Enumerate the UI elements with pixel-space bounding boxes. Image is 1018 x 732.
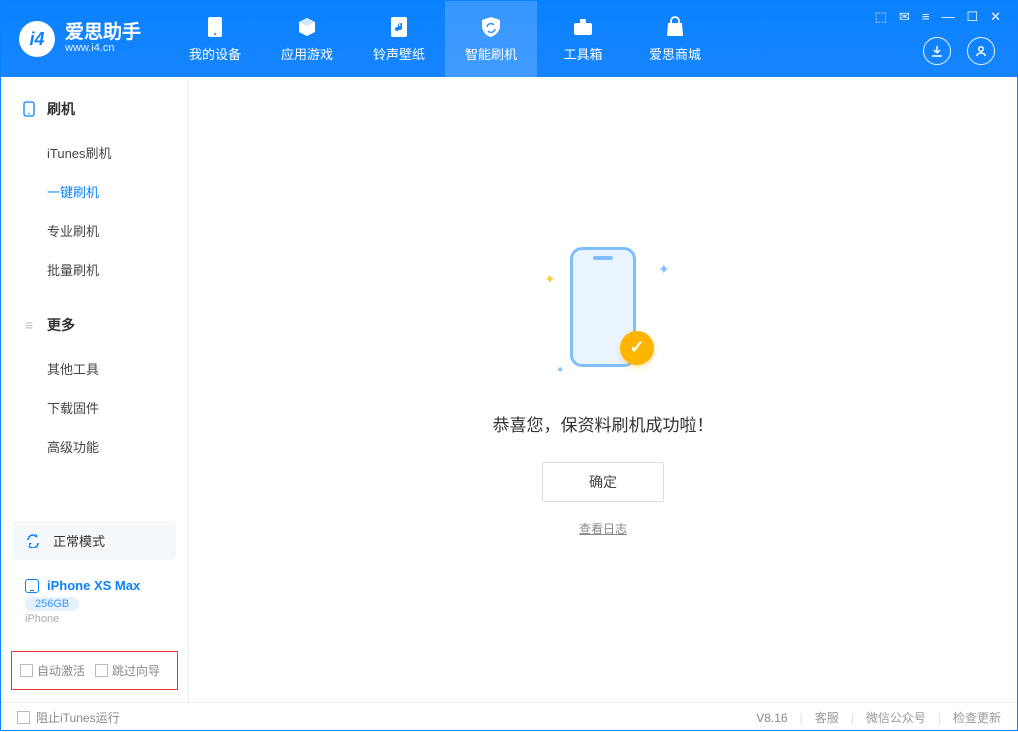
checkbox-icon[interactable]: [17, 711, 30, 724]
checkbox-icon[interactable]: [20, 664, 33, 677]
maximize-button[interactable]: ☐: [966, 9, 978, 25]
highlighted-options-box: 自动激活 跳过向导: [11, 651, 178, 690]
nav-ringtones-wallpapers[interactable]: 铃声壁纸: [353, 1, 445, 77]
window-controls: ⬚ ✉ ≡ — ☐ ✕: [875, 9, 1001, 25]
device-name-row: iPhone XS Max: [25, 578, 164, 593]
success-message: 恭喜您，保资料刷机成功啦！: [493, 411, 714, 436]
toolbox-icon: [572, 16, 594, 38]
device-name: iPhone XS Max: [47, 578, 140, 593]
sidebar-section-more: ≡ 更多 其他工具 下载固件 高级功能: [1, 293, 188, 470]
phone-icon: [21, 101, 37, 117]
auto-activate-option[interactable]: 自动激活: [20, 662, 85, 679]
version-label: V8.16: [756, 711, 787, 725]
device-type: iPhone: [25, 613, 164, 625]
block-itunes-option[interactable]: 阻止iTunes运行: [17, 709, 120, 726]
sidebar-item-oneclick-flash[interactable]: 一键刷机: [1, 172, 188, 211]
footer-right: V8.16 | 客服 | 微信公众号 | 检查更新: [756, 709, 1001, 726]
nav-label: 智能刷机: [465, 44, 517, 63]
logo-text: 爱思助手 www.i4.cn: [65, 23, 141, 55]
check-badge-icon: ✓: [620, 331, 654, 365]
footer-bar: 阻止iTunes运行 V8.16 | 客服 | 微信公众号 | 检查更新: [1, 702, 1017, 732]
sparkle-icon: ✦: [544, 271, 552, 279]
view-log-link[interactable]: 查看日志: [579, 520, 627, 537]
separator: |: [851, 711, 854, 725]
app-name: 爱思助手: [65, 23, 141, 42]
device-info-box[interactable]: iPhone XS Max 256GB iPhone: [13, 570, 176, 635]
support-link[interactable]: 客服: [815, 709, 839, 726]
sidebar-item-advanced[interactable]: 高级功能: [1, 427, 188, 466]
music-file-icon: [388, 16, 410, 38]
mode-status-box[interactable]: 正常模式: [13, 521, 176, 560]
header-right-icons: [923, 37, 995, 65]
list-icon: ≡: [21, 317, 37, 333]
sidebar: 刷机 iTunes刷机 一键刷机 专业刷机 批量刷机 ≡ 更多 其他工具 下载固…: [1, 77, 189, 702]
shirt-icon[interactable]: ⬚: [875, 9, 887, 25]
cube-icon: [296, 16, 318, 38]
sidebar-item-batch-flash[interactable]: 批量刷机: [1, 250, 188, 289]
sidebar-item-download-firmware[interactable]: 下载固件: [1, 388, 188, 427]
separator: |: [800, 711, 803, 725]
storage-badge: 256GB: [25, 597, 79, 611]
download-icon[interactable]: [923, 37, 951, 65]
nav-my-device[interactable]: 我的设备: [169, 1, 261, 77]
success-illustration: ✦ ✦ ✦ ✓: [538, 243, 668, 383]
body: 刷机 iTunes刷机 一键刷机 专业刷机 批量刷机 ≡ 更多 其他工具 下载固…: [1, 77, 1017, 702]
feedback-icon[interactable]: ✉: [899, 9, 910, 25]
refresh-shield-icon: [480, 16, 502, 38]
sidebar-header-more: ≡ 更多: [1, 309, 188, 349]
user-icon[interactable]: [967, 37, 995, 65]
app-url: www.i4.cn: [65, 42, 141, 55]
sidebar-section-title: 刷机: [47, 99, 75, 119]
device-icon: [204, 16, 226, 38]
check-update-link[interactable]: 检查更新: [953, 709, 1001, 726]
phone-outline-icon: [25, 579, 39, 593]
main-panel: ✦ ✦ ✦ ✓ 恭喜您，保资料刷机成功啦！ 确定 查看日志: [189, 77, 1017, 702]
separator: |: [938, 711, 941, 725]
bag-icon: [664, 16, 686, 38]
checkbox-icon[interactable]: [95, 664, 108, 677]
sparkle-icon: ✦: [658, 261, 666, 269]
nav-apps-games[interactable]: 应用游戏: [261, 1, 353, 77]
sidebar-header-flash: 刷机: [1, 93, 188, 133]
close-button[interactable]: ✕: [990, 9, 1001, 25]
nav-toolbox[interactable]: 工具箱: [537, 1, 629, 77]
sidebar-item-itunes-flash[interactable]: iTunes刷机: [1, 133, 188, 172]
auto-activate-label: 自动激活: [37, 664, 85, 678]
wechat-link[interactable]: 微信公众号: [866, 709, 926, 726]
menu-icon[interactable]: ≡: [922, 9, 930, 25]
sidebar-section-title: 更多: [47, 315, 75, 335]
nav-smart-flash[interactable]: 智能刷机: [445, 1, 537, 77]
top-nav: 我的设备 应用游戏 铃声壁纸 智能刷机 工具箱 爱思商城: [169, 1, 721, 77]
nav-label: 我的设备: [189, 44, 241, 63]
nav-label: 爱思商城: [649, 44, 701, 63]
nav-store[interactable]: 爱思商城: [629, 1, 721, 77]
nav-label: 工具箱: [564, 44, 603, 63]
sparkle-icon: ✦: [556, 365, 564, 373]
nav-label: 应用游戏: [281, 44, 333, 63]
nav-label: 铃声壁纸: [373, 44, 425, 63]
minimize-button[interactable]: —: [941, 9, 954, 25]
skip-guide-option[interactable]: 跳过向导: [95, 662, 160, 679]
logo-block[interactable]: i4 爱思助手 www.i4.cn: [19, 21, 141, 57]
mode-label: 正常模式: [53, 531, 105, 550]
sidebar-section-flash: 刷机 iTunes刷机 一键刷机 专业刷机 批量刷机: [1, 77, 188, 293]
logo-icon: i4: [19, 21, 55, 57]
header-bar: i4 爱思助手 www.i4.cn 我的设备 应用游戏 铃声壁纸 智能刷机 工具…: [1, 1, 1017, 77]
refresh-icon: [25, 532, 43, 550]
block-itunes-label: 阻止iTunes运行: [36, 711, 120, 725]
sidebar-item-other-tools[interactable]: 其他工具: [1, 349, 188, 388]
sidebar-item-pro-flash[interactable]: 专业刷机: [1, 211, 188, 250]
skip-guide-label: 跳过向导: [112, 664, 160, 678]
ok-button[interactable]: 确定: [542, 462, 664, 502]
